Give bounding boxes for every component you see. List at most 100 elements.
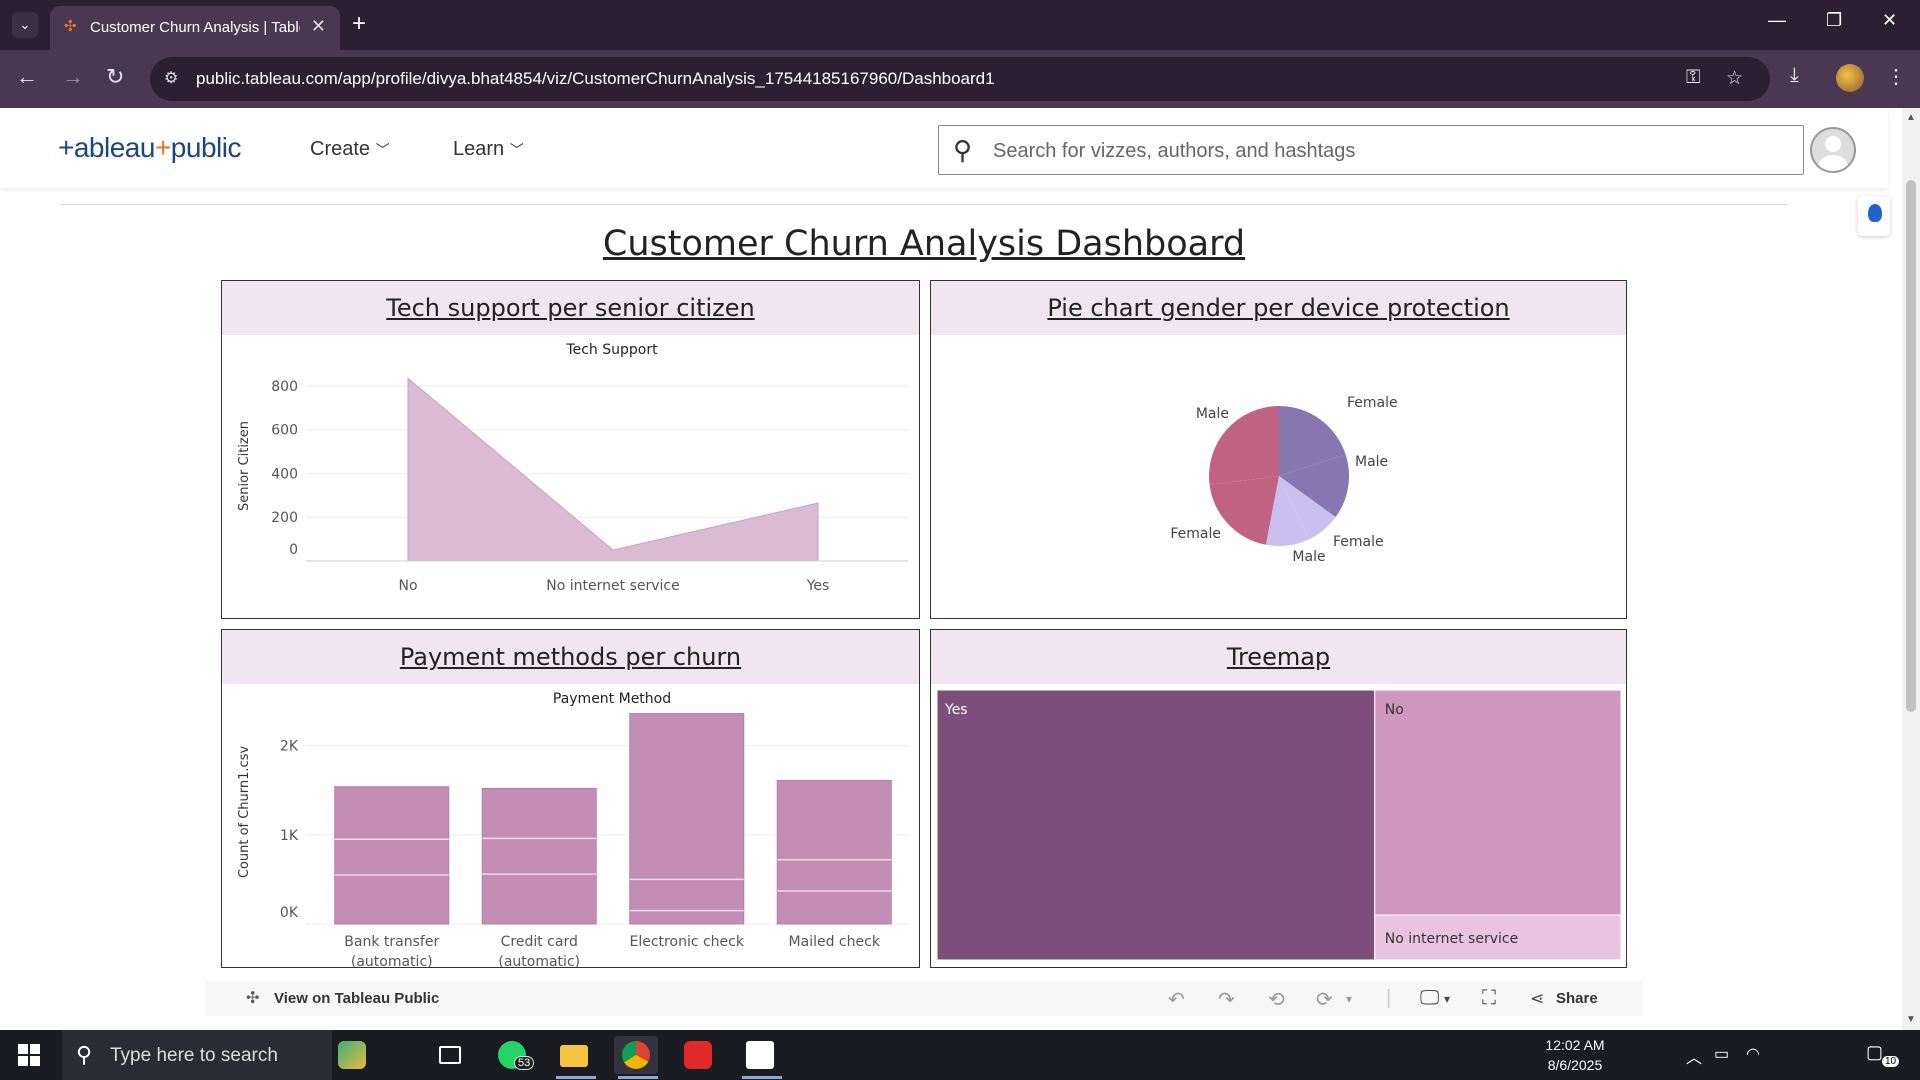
clock-time: 12:02 AM [1545,1037,1605,1053]
forward-icon[interactable]: → [62,64,84,90]
view-on-tableau-public-link[interactable]: View on Tableau Public [274,990,439,1007]
bar [629,713,745,925]
learn-menu[interactable]: Learn ﹀ [453,138,524,161]
pie-chart[interactable]: Female Male Female Male Female Male [931,335,1626,618]
create-menu-label: Create [310,138,371,160]
panel-pie[interactable]: Pie chart gender per device protection F… [930,280,1627,619]
x-tick-label: No [398,578,417,594]
y-tick-label: 2K [280,739,299,755]
treemap-cell-label: Yes [944,702,968,718]
redo-icon[interactable]: ↷ [1218,987,1235,1012]
present-icon[interactable]: 🖵 [1420,987,1439,1010]
scrollbar-thumb[interactable] [1906,180,1916,712]
panel-treemap[interactable]: Treemap Yes No No internet service [930,629,1627,968]
y-tick-label: 800 [271,379,298,395]
taskbar-app-wps[interactable] [676,1036,720,1074]
panel-title: Tech support per senior citizen [222,281,919,335]
tableau-public-logo[interactable]: +ableau+public [58,132,241,164]
avatar-head [1825,136,1841,152]
bar-chart[interactable]: Payment Method Count of Churn1.csv 2K 1K 0K B… [222,684,919,967]
battery-icon[interactable]: ▭ [1714,1044,1729,1064]
pie-slice-label: Female [1347,395,1398,411]
password-key-icon[interactable]: ⚿ [1686,67,1700,89]
whatsapp-badge: 53 [514,1056,535,1070]
site-info-icon[interactable]: ⚙ [164,68,178,88]
new-tab-icon[interactable]: + [352,10,366,38]
share-icon[interactable]: ⋖ [1530,989,1544,1009]
minimize-icon[interactable]: — [1768,10,1786,31]
search-box[interactable]: ⚲ Search for vizzes, authors, and hashta… [938,125,1804,175]
panel-title: Payment methods per churn [222,630,919,684]
fullscreen-icon[interactable]: ⛶ [1482,987,1496,1010]
taskbar-search-placeholder[interactable]: Type here to search [110,1045,278,1067]
taskbar-app-file-explorer[interactable] [552,1036,596,1074]
lightbulb-icon [1868,204,1882,222]
tableau-running-indicator [742,1076,782,1079]
create-menu[interactable]: Create ﹀ [310,138,390,161]
scroll-down-icon[interactable]: ▼ [1906,1014,1916,1025]
browser-tab-bar: ⌄ ✣ Customer Churn Analysis | Tableau Pu… [0,0,1920,50]
explorer-running-indicator [556,1076,596,1079]
task-view-icon[interactable] [428,1036,472,1074]
panel-payment[interactable]: Payment methods per churn Payment Method… [221,629,920,968]
taskbar-clock[interactable]: 12:02 AM 8/6/2025 [1540,1035,1610,1075]
omnibox[interactable]: ⚙ public.tableau.com/app/profile/divya.b… [150,57,1770,101]
x-tick-label: No internet service [546,578,679,594]
taskbar-app-tableau[interactable] [738,1036,782,1074]
x-tick-label: Credit card [501,934,578,950]
x-tick-label: Yes [806,578,830,594]
y-tick-label: 1K [280,828,299,844]
pie-slice-label: Male [1355,454,1388,470]
browser-tab[interactable]: ✣ Customer Churn Analysis | Tableau Publ… [50,6,340,50]
taskbar-app-copilot[interactable] [330,1036,374,1074]
chevron-down-icon[interactable]: ▾ [1444,992,1450,1006]
windows-taskbar: ⚲ Type here to search 53 ︿ ▭ ◠ 12:02 AM … [0,1030,1920,1080]
x-tick-label: (automatic) [498,954,580,967]
treemap-cell [1374,689,1622,916]
tab-search-button[interactable]: ⌄ [12,12,38,38]
chevron-down-icon: ﹀ [375,142,390,158]
windows-start-icon[interactable] [18,1044,40,1066]
y-tick-label: 400 [271,466,298,482]
restore-icon[interactable]: ❐ [1826,10,1842,31]
address-toolbar: ← → ↻ ⚙ public.tableau.com/app/profile/d… [0,50,1920,108]
treemap-cell-label: No [1385,702,1404,718]
treemap-chart[interactable]: Yes No No internet service [931,684,1626,967]
panel-title: Pie chart gender per device protection [931,281,1626,335]
search-placeholder[interactable]: Search for vizzes, authors, and hashtags [993,140,1355,163]
window-close-icon[interactable]: ✕ [1882,10,1897,31]
refresh-icon[interactable]: ⟳ [1316,987,1333,1012]
user-avatar[interactable] [1810,127,1856,173]
taskbar-search[interactable]: ⚲ Type here to search [62,1030,332,1080]
y-axis-label: Senior Citizen [237,421,252,511]
url-text[interactable]: public.tableau.com/app/profile/divya.bha… [196,69,995,89]
revert-icon[interactable]: ⟲ [1268,987,1285,1012]
bar [481,787,597,925]
area-chart[interactable]: Tech Support Senior Citizen 800 600 400 200 0 N… [222,335,919,618]
search-icon: ⚲ [953,135,973,165]
pie-slice-label: Female [1170,526,1221,542]
reload-icon[interactable]: ↻ [106,64,124,90]
tab-close-icon[interactable]: ✕ [311,16,326,37]
taskbar-app-chrome[interactable] [614,1036,658,1074]
avatar-body [1818,155,1848,171]
toolbar-separator: | [1386,987,1392,1009]
hint-bulb-button[interactable] [1858,196,1890,236]
share-button[interactable]: Share [1556,990,1598,1007]
back-icon[interactable]: ← [16,64,38,90]
tray-chevron-up-icon[interactable]: ︿ [1686,1044,1702,1068]
browser-profile-avatar[interactable] [1836,64,1864,92]
panel-tech-support[interactable]: Tech support per senior citizen Tech Sup… [221,280,920,619]
scroll-up-icon[interactable]: ▲ [1906,112,1916,123]
learn-menu-label: Learn [453,138,505,160]
page-scrollbar[interactable]: ▲ ▼ [1902,108,1920,1030]
logo-suffix: public [170,132,242,163]
bookmark-star-icon[interactable]: ☆ [1726,67,1743,90]
wifi-icon[interactable]: ◠ [1746,1044,1760,1064]
browser-menu-icon[interactable]: ⋮ [1886,64,1906,89]
treemap-cell [936,689,1376,961]
notification-icon[interactable]: ▢ [1866,1042,1883,1063]
download-icon[interactable]: ⤓ [1790,64,1799,87]
undo-icon[interactable]: ↶ [1168,987,1185,1012]
chevron-down-icon[interactable]: ▾ [1346,992,1352,1006]
